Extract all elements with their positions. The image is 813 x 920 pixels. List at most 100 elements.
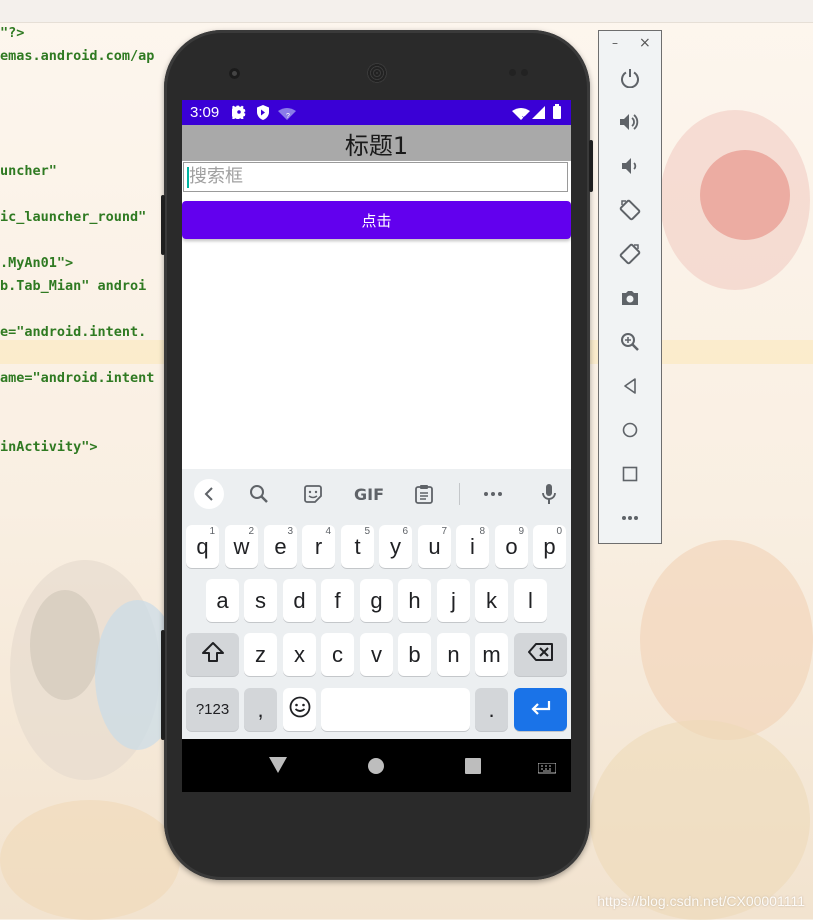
key-e[interactable]: e3 [264, 525, 297, 568]
wallpaper-blob [590, 720, 810, 920]
backspace-key[interactable] [514, 633, 567, 676]
key-g[interactable]: g [360, 579, 393, 622]
key-i[interactable]: i8 [456, 525, 489, 568]
key-k[interactable]: k [475, 579, 508, 622]
side-button [161, 195, 165, 255]
key-hint: 5 [364, 526, 370, 537]
key-u[interactable]: u7 [418, 525, 451, 568]
zoom-icon[interactable] [615, 327, 645, 357]
nav-overview-icon[interactable] [465, 758, 481, 778]
key-b[interactable]: b [398, 633, 431, 676]
close-button[interactable]: × [639, 35, 651, 51]
emoji-icon [289, 696, 311, 724]
wallpaper-blob [640, 540, 813, 740]
search-icon[interactable] [244, 479, 274, 509]
code-line: inActivity"> [0, 439, 98, 455]
home-icon[interactable] [615, 415, 645, 445]
overview-icon[interactable] [615, 459, 645, 489]
front-camera [229, 68, 240, 79]
key-q[interactable]: q1 [186, 525, 219, 568]
volume-down-icon[interactable] [615, 151, 645, 181]
battery-icon [553, 104, 561, 123]
wifi-icon: x [512, 107, 530, 124]
rotate-right-icon[interactable] [615, 239, 645, 269]
key-hint: 0 [556, 526, 562, 537]
symbols-key[interactable]: ?123 [186, 688, 239, 731]
click-button[interactable]: 点击 [182, 201, 571, 239]
key-p[interactable]: p0 [533, 525, 566, 568]
key-hint: 2 [248, 526, 254, 537]
minimize-button[interactable]: – [612, 36, 618, 50]
toolbar-divider [459, 483, 460, 505]
key-v[interactable]: v [360, 633, 393, 676]
keyboard-toolbar: GIF [182, 469, 571, 519]
search-input[interactable]: 搜索框 [183, 162, 568, 192]
code-line: "?> [0, 25, 25, 41]
app-title-bar: 标题1 [182, 125, 571, 161]
nav-home-icon[interactable] [368, 758, 384, 778]
key-hint: 4 [325, 526, 331, 537]
enter-icon [529, 697, 553, 723]
camera-icon[interactable] [615, 283, 645, 313]
shield-icon [256, 105, 270, 124]
earpiece-speaker [367, 63, 387, 83]
code-line: ic_launcher_round" [0, 209, 147, 225]
side-button [161, 630, 165, 740]
key-z[interactable]: z [244, 633, 277, 676]
key-f[interactable]: f [321, 579, 354, 622]
back-icon[interactable] [615, 371, 645, 401]
keyboard-switch-icon[interactable] [537, 760, 557, 779]
key-hint: 1 [209, 526, 215, 537]
enter-key[interactable] [514, 688, 567, 731]
key-d[interactable]: d [283, 579, 316, 622]
side-button [589, 140, 593, 192]
key-o[interactable]: o9 [495, 525, 528, 568]
key-hint: 6 [402, 526, 408, 537]
key-label: w [233, 533, 250, 559]
back-chevron-icon[interactable] [194, 479, 224, 509]
nav-back-icon[interactable] [269, 757, 287, 777]
key-s[interactable]: s [244, 579, 277, 622]
key-j[interactable]: j [437, 579, 470, 622]
emulator-phone-frame: 3:09 ? x 标题1 搜索框 点击 GIF q 1 w 2 e 3 r 4 … [161, 30, 593, 880]
navigation-bar [182, 739, 571, 792]
phone-screen: 3:09 ? x 标题1 搜索框 点击 GIF q 1 w 2 e 3 r 4 … [182, 100, 571, 792]
key-t[interactable]: t5 [341, 525, 374, 568]
key-h[interactable]: h [398, 579, 431, 622]
key-c[interactable]: c [321, 633, 354, 676]
shift-key[interactable] [186, 633, 239, 676]
key-hint: 9 [518, 526, 524, 537]
gif-label: GIF [353, 484, 384, 504]
clipboard-icon[interactable] [409, 479, 439, 509]
volume-up-icon[interactable] [615, 107, 645, 137]
shift-icon [201, 641, 225, 669]
svg-text:?: ? [286, 113, 290, 120]
key-r[interactable]: r4 [302, 525, 335, 568]
app-title: 标题1 [344, 131, 409, 160]
comma-key[interactable]: , [244, 688, 277, 731]
key-label: i [470, 533, 475, 559]
key-y[interactable]: y6 [379, 525, 412, 568]
mic-icon[interactable] [534, 479, 564, 509]
key-x[interactable]: x [283, 633, 316, 676]
gif-button[interactable]: GIF [350, 479, 388, 509]
backspace-icon [527, 642, 554, 668]
key-label: y [390, 533, 401, 559]
key-l[interactable]: l [514, 579, 547, 622]
key-w[interactable]: w2 [225, 525, 258, 568]
soft-keyboard: GIF q1 w2 e3 r4 t5 y6 u7 i8 o 9 p 0 a s … [182, 469, 571, 739]
sticker-icon[interactable] [298, 479, 328, 509]
code-line: b.Tab_Mian" androi [0, 278, 147, 294]
emoji-key[interactable] [283, 688, 316, 731]
key-m[interactable]: m [475, 633, 508, 676]
period-key[interactable]: . [475, 688, 508, 731]
sensor [509, 69, 516, 76]
more-icon[interactable] [478, 479, 508, 509]
space-key[interactable] [321, 688, 470, 731]
key-label: o [505, 533, 518, 559]
key-a[interactable]: a [206, 579, 239, 622]
power-icon[interactable] [615, 63, 645, 93]
key-n[interactable]: n [437, 633, 470, 676]
rotate-left-icon[interactable] [615, 195, 645, 225]
more-icon[interactable] [615, 503, 645, 533]
